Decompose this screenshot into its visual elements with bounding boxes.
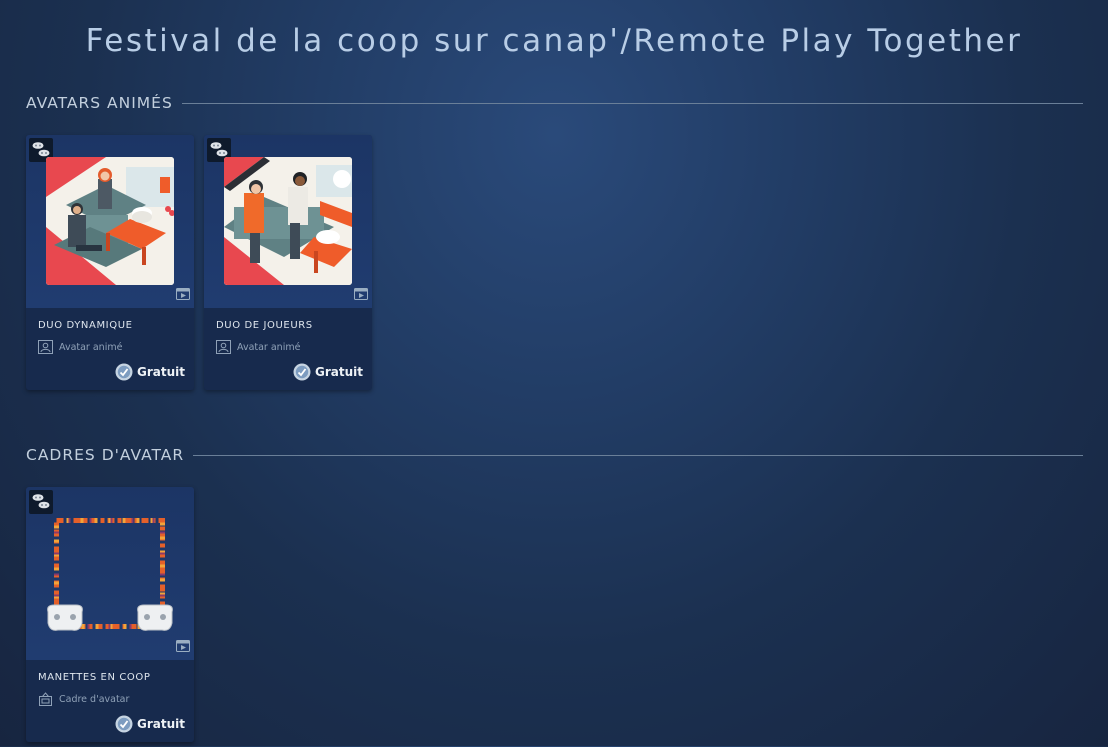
item-type-label: Avatar animé [237,341,301,353]
item-preview[interactable] [204,135,372,308]
price-label: Gratuit [315,365,363,379]
price-label: Gratuit [137,365,185,379]
item-info: DUO DYNAMIQUE Avatar animé Gratuit [26,308,194,390]
item-name[interactable]: DUO DYNAMIQUE [38,320,133,331]
section-divider [181,102,1083,104]
steam-points-icon [115,715,133,733]
price[interactable]: Gratuit [115,715,185,733]
animated-video-icon [176,637,190,656]
item-card-duo-de-joueurs[interactable]: DUO DE JOUEURS Avatar animé Gratuit [204,135,372,390]
price[interactable]: Gratuit [293,363,363,381]
duo-dynamique-thumbnail [46,157,174,285]
item-name[interactable]: DUO DE JOUEURS [216,320,313,331]
section-header: AVATARS ANIMÉS [26,93,1083,113]
avatar-icon [38,340,53,354]
item-grid: DUO DYNAMIQUE Avatar animé Gratuit DUO D… [26,135,1083,395]
item-info: MANETTES EN COOP Cadre d'avatar Gratuit [26,660,194,742]
duo-de-joueurs-thumbnail [224,157,352,285]
animated-video-icon [354,285,368,304]
price[interactable]: Gratuit [115,363,185,381]
item-type-label: Cadre d'avatar [59,693,130,705]
item-card-duo-dynamique[interactable]: DUO DYNAMIQUE Avatar animé Gratuit [26,135,194,390]
steam-points-icon [115,363,133,381]
avatar-icon [216,340,231,354]
item-info: DUO DE JOUEURS Avatar animé Gratuit [204,308,372,390]
section-title: AVATARS ANIMÉS [26,94,173,112]
right-controller-icon [137,604,173,631]
section-title: CADRES D'AVATAR [26,446,185,464]
section-header: CADRES D'AVATAR [26,445,1083,465]
item-preview[interactable] [26,487,194,660]
item-preview[interactable] [26,135,194,308]
item-card-manettes-en-coop[interactable]: MANETTES EN COOP Cadre d'avatar Gratuit [26,487,194,742]
price-label: Gratuit [137,717,185,731]
left-controller-icon [47,604,83,631]
section-divider [193,454,1083,456]
frame-icon [39,692,52,706]
item-type: Cadre d'avatar [38,692,129,706]
item-name[interactable]: MANETTES EN COOP [38,672,151,683]
item-grid: MANETTES EN COOP Cadre d'avatar Gratuit [26,487,1083,747]
section-animated-avatars: AVATARS ANIMÉS DUO DYNAMIQUE Avatar anim… [26,93,1083,395]
controller-frame-preview [47,518,173,631]
animated-video-icon [176,285,190,304]
item-type-label: Avatar animé [59,341,123,353]
page-title: Festival de la coop sur canap'/Remote Pl… [85,22,1023,59]
steam-points-icon [293,363,311,381]
section-avatar-frames: CADRES D'AVATAR MANETTES EN COOP Cadre d… [26,445,1083,747]
item-type: Avatar animé [38,340,122,354]
item-type: Avatar animé [216,340,300,354]
